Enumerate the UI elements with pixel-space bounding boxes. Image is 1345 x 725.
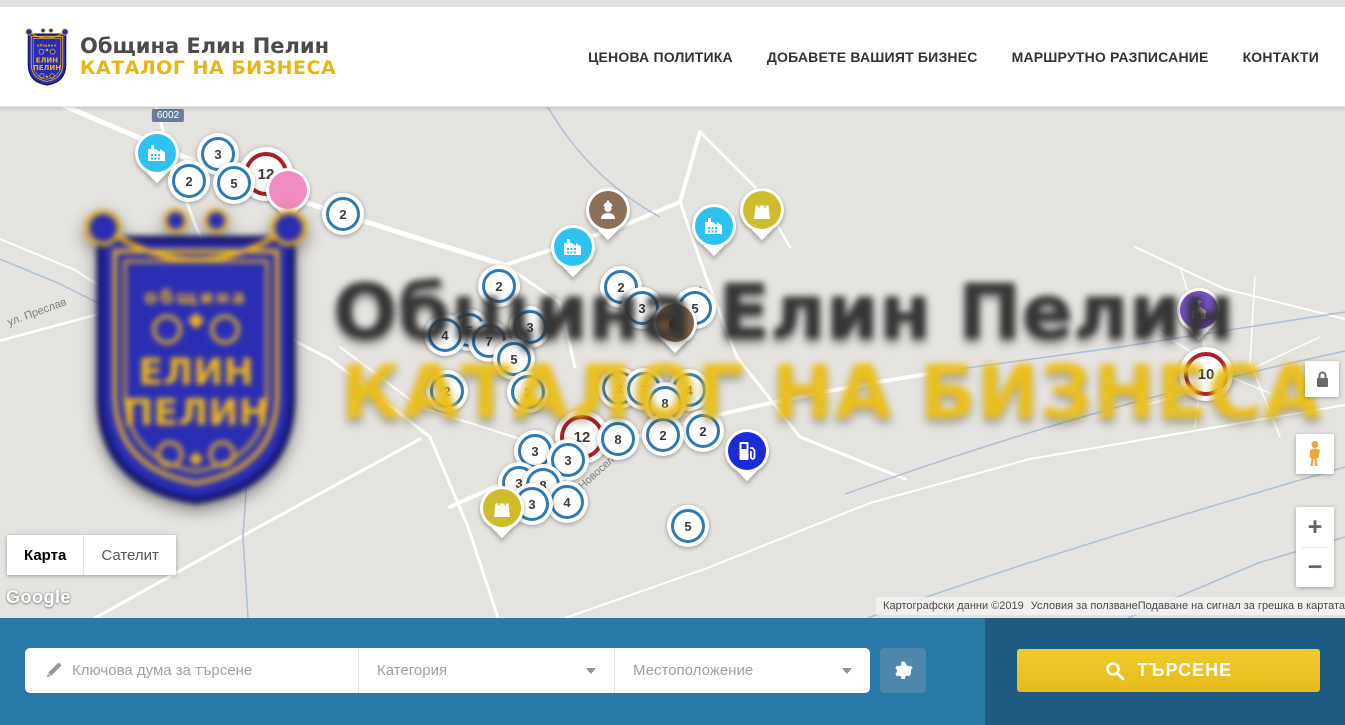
nav-pricing-policy[interactable]: ЦЕНОВА ПОЛИТИКА <box>588 49 733 65</box>
zoom-control: + − <box>1296 507 1334 587</box>
municipality-crest-icon <box>24 28 70 86</box>
bag-marker[interactable] <box>480 486 524 530</box>
flame-marker[interactable] <box>653 301 697 345</box>
map-type-control: Карта Сателит <box>7 535 176 575</box>
factory-marker[interactable] <box>551 225 595 269</box>
search-icon <box>1105 661 1125 681</box>
pencil-icon <box>45 662 62 679</box>
advanced-settings-button[interactable] <box>880 648 926 693</box>
attribution-copyright: Картографски данни ©2019 <box>876 597 1031 615</box>
cluster-marker[interactable]: 2 <box>507 371 549 413</box>
cluster-marker[interactable]: 2 <box>168 160 210 202</box>
fuel-marker[interactable] <box>725 429 769 473</box>
site-subtitle: КАТАЛОГ НА БИЗНЕСА <box>80 58 336 80</box>
nav-route-schedule[interactable]: МАРШРУТНО РАЗПИСАНИЕ <box>1012 49 1209 65</box>
bag-marker[interactable] <box>740 188 784 232</box>
map-attribution: Картографски данни ©2019 Условия за полз… <box>876 597 1345 615</box>
search-submit-label: ТЪРСЕНЕ <box>1137 660 1232 681</box>
attribution-terms-link[interactable]: Условия за ползване <box>1031 600 1138 612</box>
category-select-value: Категория <box>377 662 447 679</box>
location-select-value: Местоположение <box>633 662 753 679</box>
cluster-marker[interactable]: 10 <box>1179 347 1233 401</box>
lock-icon <box>1315 371 1330 388</box>
page-top-strip <box>0 0 1345 7</box>
keyword-search-input[interactable] <box>72 662 358 679</box>
attribution-report-error-link[interactable]: Подаване на сигнал за грешка в картата <box>1138 600 1345 612</box>
map-canvas[interactable]: 32512222356437522274812822333834510ул. П… <box>0 107 1345 618</box>
zoom-in-button[interactable]: + <box>1296 508 1334 547</box>
cluster-marker[interactable]: 5 <box>667 505 709 547</box>
nav-contacts[interactable]: КОНТАКТИ <box>1243 49 1319 65</box>
search-submit-button[interactable]: ТЪРСЕНЕ <box>1017 649 1320 692</box>
cluster-marker[interactable]: 2 <box>642 414 684 456</box>
nav-add-your-business[interactable]: ДОБАВЕТЕ ВАШИЯТ БИЗНЕС <box>767 49 978 65</box>
cluster-marker[interactable]: 2 <box>682 410 724 452</box>
chevron-down-icon <box>586 668 596 674</box>
pegman-icon <box>1305 440 1325 468</box>
search-box: Категория Местоположение <box>25 648 870 693</box>
chevron-down-icon <box>842 668 852 674</box>
factory-marker[interactable] <box>692 204 736 248</box>
worker-marker[interactable] <box>586 188 630 232</box>
lock-button[interactable] <box>1305 361 1339 397</box>
church-marker[interactable] <box>1177 288 1221 332</box>
keyword-section <box>25 648 358 693</box>
cluster-marker[interactable]: 2 <box>426 370 468 412</box>
street-view-pegman-button[interactable] <box>1296 434 1334 474</box>
header: Община Елин Пелин КАТАЛОГ НА БИЗНЕСА ЦЕН… <box>0 7 1345 107</box>
road-number-badge: 6002 <box>152 109 184 122</box>
pink-circle-marker[interactable] <box>266 168 310 212</box>
site-logo[interactable]: Община Елин Пелин КАТАЛОГ НА БИЗНЕСА <box>24 28 336 86</box>
location-select[interactable]: Местоположение <box>614 648 870 693</box>
cluster-marker[interactable]: 2 <box>478 265 520 307</box>
zoom-out-button[interactable]: − <box>1296 548 1334 587</box>
gear-icon <box>892 660 914 682</box>
cluster-marker[interactable]: 2 <box>322 193 364 235</box>
cluster-marker[interactable]: 4 <box>424 314 466 356</box>
map-type-satellite-button[interactable]: Сателит <box>84 535 176 575</box>
cluster-marker[interactable]: 5 <box>213 162 255 204</box>
site-title: Община Елин Пелин <box>80 34 336 58</box>
search-bar: Категория Местоположение ТЪРСЕНЕ <box>0 618 1345 725</box>
main-nav: ЦЕНОВА ПОЛИТИКА ДОБАВЕТЕ ВАШИЯТ БИЗНЕС М… <box>588 49 1319 65</box>
map-type-map-button[interactable]: Карта <box>7 535 83 575</box>
google-logo[interactable]: Google <box>6 587 71 608</box>
cluster-marker[interactable]: 8 <box>597 418 639 460</box>
category-select[interactable]: Категория <box>358 648 614 693</box>
